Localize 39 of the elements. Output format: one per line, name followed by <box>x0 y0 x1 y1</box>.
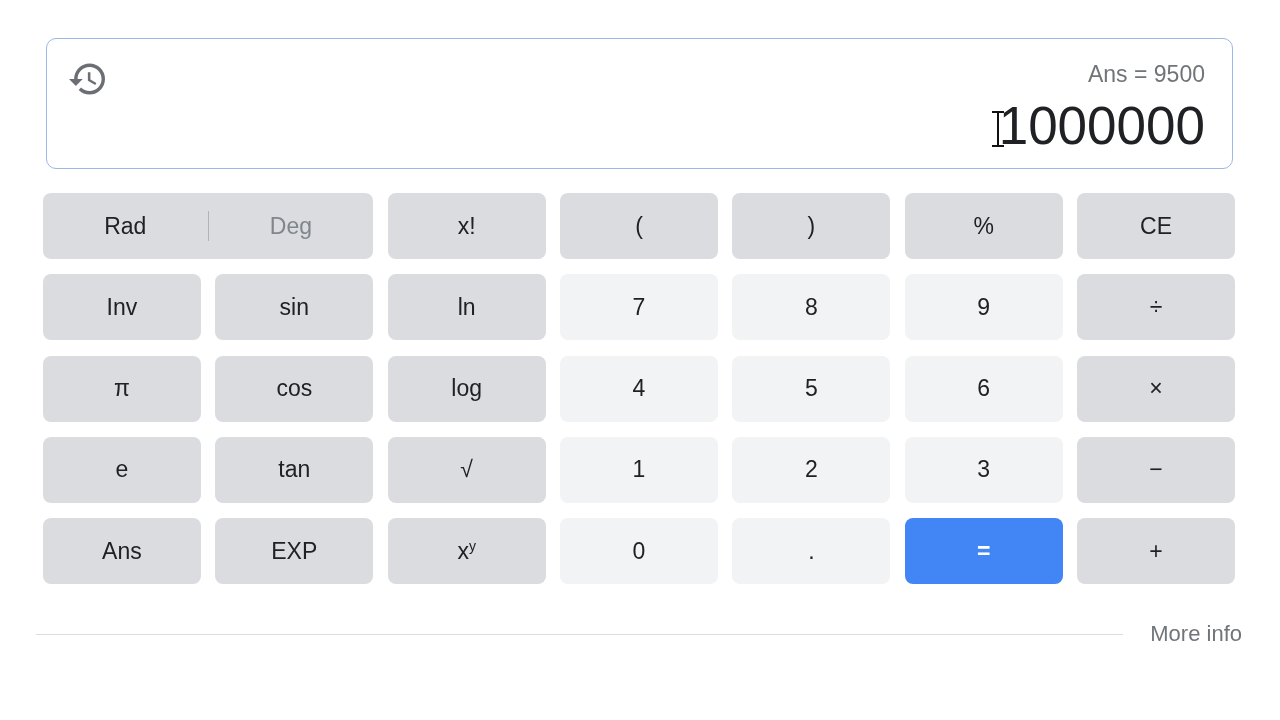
digit-key[interactable]: 7 <box>560 274 718 341</box>
function-key[interactable]: x! <box>387 193 546 259</box>
function-key[interactable]: sin <box>215 274 374 341</box>
function-key[interactable]: + <box>1077 518 1235 584</box>
function-key[interactable]: Ans <box>43 518 201 584</box>
history-button[interactable] <box>69 61 105 97</box>
digit-key[interactable]: 1 <box>560 436 718 503</box>
display-value: 1000000 <box>998 97 1205 155</box>
angle-mode-option[interactable]: Rad <box>43 193 208 259</box>
digit-key[interactable]: 5 <box>732 355 891 422</box>
function-key[interactable]: ln <box>387 274 546 341</box>
previous-answer: Ans = 9500 <box>1088 61 1205 87</box>
history-icon <box>69 61 105 97</box>
digit-key[interactable]: 8 <box>732 274 891 341</box>
function-key[interactable]: log <box>387 355 546 422</box>
function-key[interactable]: e <box>43 436 201 503</box>
function-key[interactable]: − <box>1077 436 1235 503</box>
function-key[interactable]: ÷ <box>1077 274 1235 341</box>
digit-key[interactable]: 2 <box>732 436 891 503</box>
function-key[interactable]: ( <box>560 193 718 259</box>
equals-key[interactable]: = <box>904 518 1063 584</box>
function-key[interactable]: ) <box>732 193 891 259</box>
function-key[interactable]: cos <box>215 355 374 422</box>
more-info-link[interactable]: More info <box>1150 621 1242 647</box>
function-key[interactable]: CE <box>1077 193 1235 259</box>
digit-key[interactable]: 4 <box>560 355 718 422</box>
function-key[interactable]: % <box>904 193 1063 259</box>
digit-key[interactable]: 6 <box>904 355 1063 422</box>
digit-key[interactable]: . <box>732 518 891 584</box>
function-key[interactable]: Inv <box>43 274 201 341</box>
digit-key[interactable]: 3 <box>904 436 1063 503</box>
digit-key[interactable]: 0 <box>560 518 718 584</box>
function-key[interactable]: √ <box>387 436 546 503</box>
digit-key[interactable]: 9 <box>904 274 1063 341</box>
function-key[interactable]: π <box>43 355 201 422</box>
function-key[interactable]: EXP <box>215 518 374 584</box>
function-key[interactable]: tan <box>215 436 374 503</box>
function-key[interactable]: × <box>1077 355 1235 422</box>
function-key[interactable]: x$^{y}$ <box>387 518 546 584</box>
